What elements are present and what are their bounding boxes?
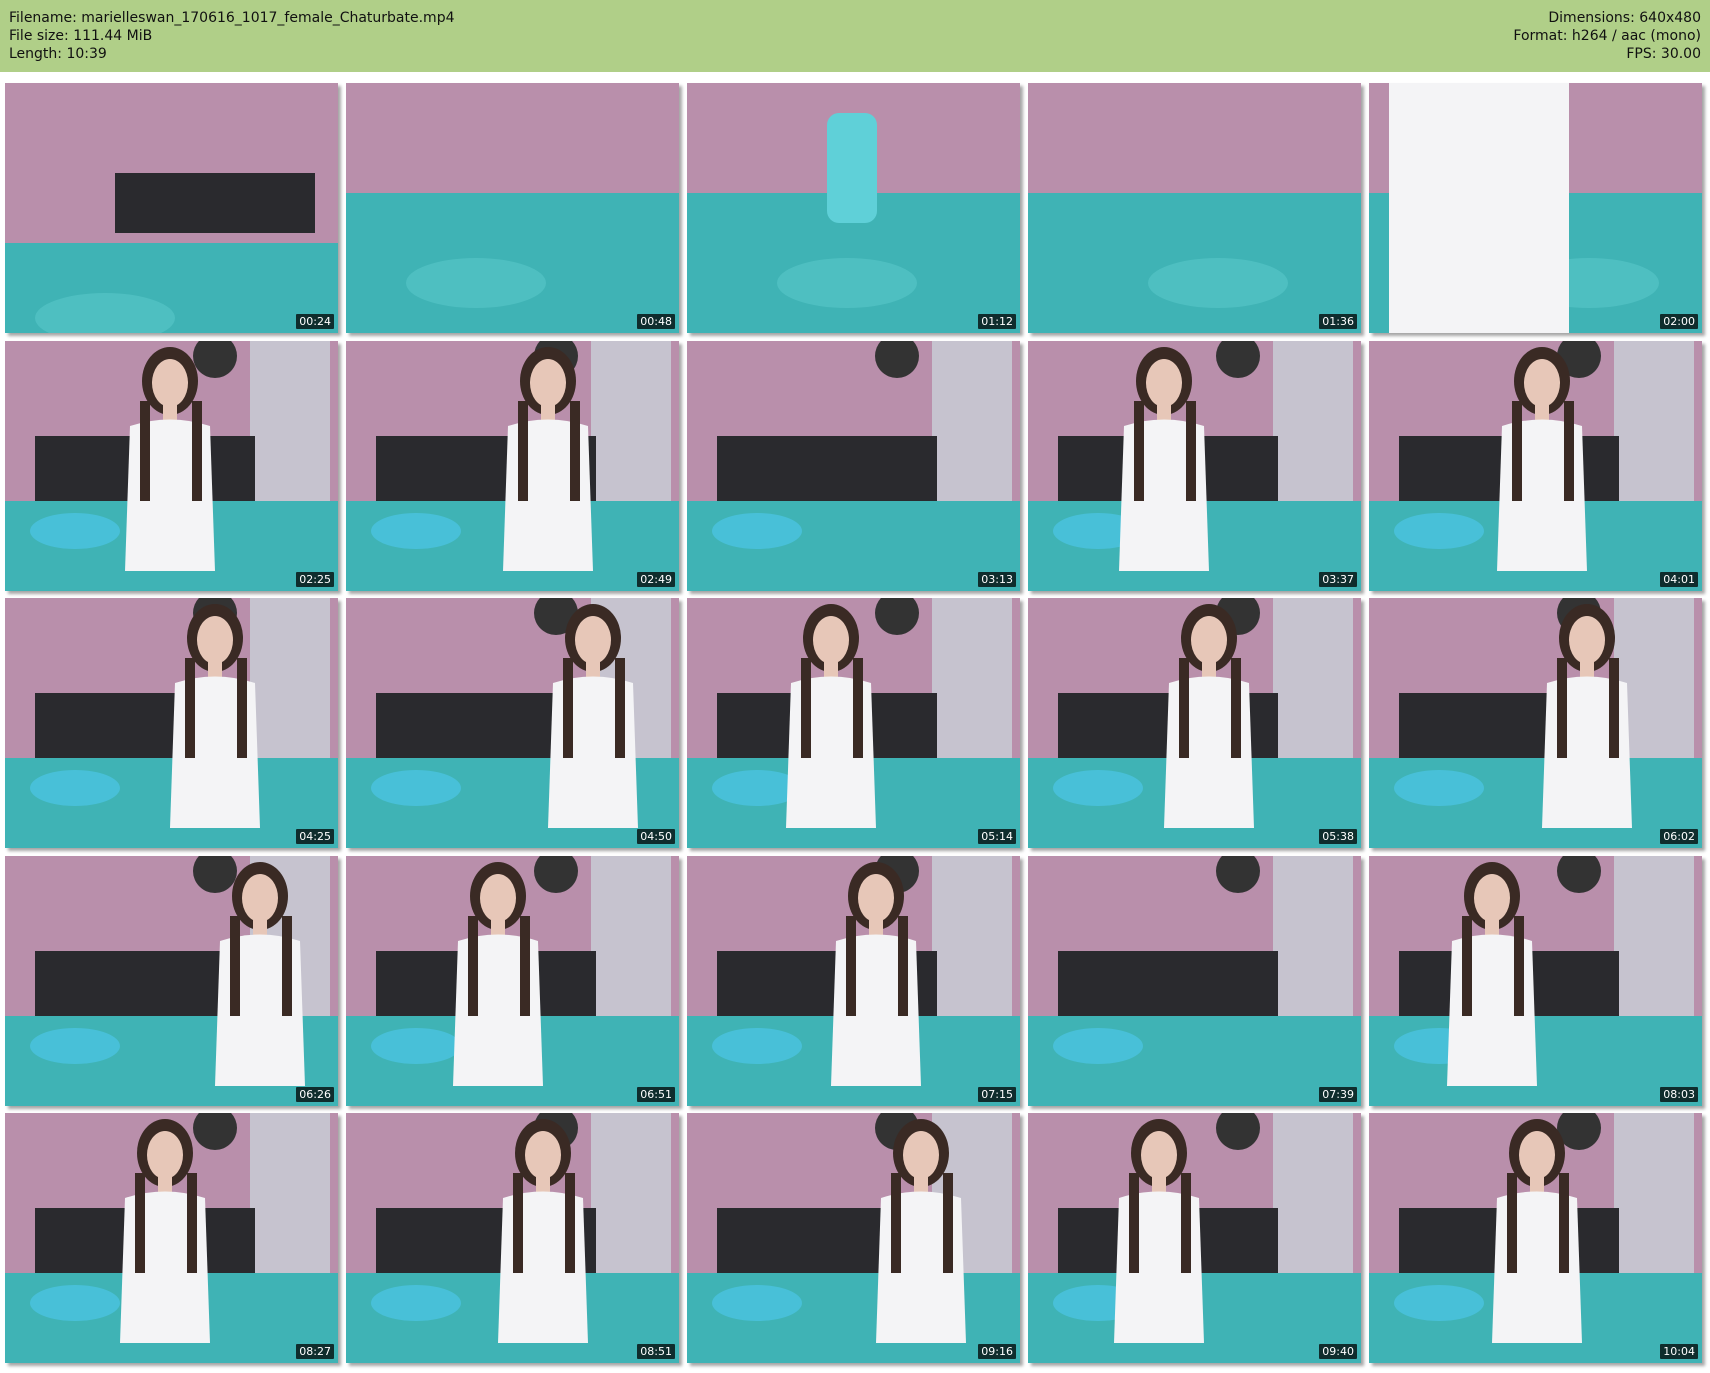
- dimensions-text: Dimensions: 640x480: [1548, 10, 1701, 26]
- video-thumbnail[interactable]: 02:00: [1369, 83, 1702, 333]
- frame-image: [1028, 340, 1361, 591]
- video-thumbnail[interactable]: 10:04: [1369, 1113, 1702, 1363]
- timestamp-label: 04:50: [637, 829, 675, 844]
- video-thumbnail[interactable]: 08:27: [5, 1113, 338, 1363]
- video-thumbnail[interactable]: 02:49: [346, 340, 679, 591]
- video-thumbnail[interactable]: 01:12: [687, 83, 1020, 333]
- frame-image: [1028, 1113, 1361, 1363]
- frame-image: [1369, 83, 1702, 333]
- frame-image: [687, 1113, 1020, 1363]
- video-thumbnail[interactable]: 09:40: [1028, 1113, 1361, 1363]
- timestamp-label: 03:37: [1319, 571, 1357, 587]
- video-thumbnail[interactable]: 04:25: [5, 598, 338, 848]
- timestamp-label: 01:12: [978, 314, 1016, 329]
- video-thumbnail[interactable]: 01:36: [1028, 83, 1361, 333]
- timestamp-label: 08:51: [637, 1344, 675, 1359]
- timestamp-label: 10:04: [1660, 1344, 1698, 1359]
- video-thumbnail[interactable]: 08:51: [346, 1113, 679, 1363]
- video-thumbnail[interactable]: 03:13: [687, 340, 1020, 591]
- frame-image: [346, 340, 679, 591]
- video-thumbnail[interactable]: 07:15: [687, 855, 1020, 1106]
- video-thumbnail[interactable]: 07:39: [1028, 855, 1361, 1106]
- timestamp-label: 07:15: [978, 1086, 1016, 1102]
- frame-image: [346, 598, 679, 848]
- video-thumbnail[interactable]: 06:51: [346, 855, 679, 1106]
- timestamp-label: 07:39: [1319, 1086, 1357, 1102]
- timestamp-label: 04:25: [296, 829, 334, 844]
- video-thumbnail[interactable]: 06:26: [5, 855, 338, 1106]
- timestamp-label: 01:36: [1319, 314, 1357, 329]
- timestamp-label: 02:00: [1660, 314, 1698, 329]
- frame-image: [5, 83, 338, 333]
- header-left: Filename: marielleswan_170616_1017_femal…: [9, 9, 455, 63]
- timestamp-label: 09:40: [1319, 1344, 1357, 1359]
- frame-image: [687, 598, 1020, 848]
- video-thumbnail[interactable]: 09:16: [687, 1113, 1020, 1363]
- frame-image: [687, 855, 1020, 1106]
- video-thumbnail[interactable]: 00:24: [5, 83, 338, 333]
- video-thumbnail[interactable]: 02:25: [5, 340, 338, 591]
- video-thumbnail[interactable]: 05:14: [687, 598, 1020, 848]
- fps-text: FPS: 30.00: [1626, 46, 1701, 62]
- frame-image: [1369, 340, 1702, 591]
- timestamp-label: 02:49: [637, 571, 675, 587]
- frame-image: [346, 855, 679, 1106]
- timestamp-label: 06:26: [296, 1086, 334, 1102]
- frame-image: [1028, 598, 1361, 848]
- frame-image: [1369, 855, 1702, 1106]
- timestamp-label: 04:01: [1660, 571, 1698, 587]
- timestamp-label: 02:25: [296, 571, 334, 587]
- timestamp-label: 05:38: [1319, 829, 1357, 844]
- length-text: Length: 10:39: [9, 46, 107, 62]
- frame-image: [1028, 83, 1361, 333]
- info-header: Filename: marielleswan_170616_1017_femal…: [0, 0, 1710, 72]
- filesize-text: File size: 111.44 MiB: [9, 28, 153, 44]
- timestamp-label: 08:27: [296, 1344, 334, 1359]
- video-thumbnail[interactable]: 00:48: [346, 83, 679, 333]
- timestamp-label: 00:24: [296, 314, 334, 329]
- frame-image: [5, 1113, 338, 1363]
- timestamp-label: 08:03: [1660, 1086, 1698, 1102]
- video-thumbnail[interactable]: 03:37: [1028, 340, 1361, 591]
- frame-image: [5, 598, 338, 848]
- video-thumbnail[interactable]: 08:03: [1369, 855, 1702, 1106]
- frame-image: [687, 83, 1020, 333]
- frame-image: [346, 83, 679, 333]
- timestamp-label: 03:13: [978, 571, 1016, 587]
- frame-image: [1369, 1113, 1702, 1363]
- video-thumbnail[interactable]: 04:01: [1369, 340, 1702, 591]
- frame-image: [1369, 598, 1702, 848]
- video-thumbnail[interactable]: 05:38: [1028, 598, 1361, 848]
- frame-image: [1028, 855, 1361, 1106]
- timestamp-label: 05:14: [978, 829, 1016, 844]
- frame-image: [687, 340, 1020, 591]
- thumbnail-grid: 00:24 00:48 01:12 01:36 02:00 02:25 02:4…: [0, 80, 1710, 1370]
- video-thumbnail[interactable]: 04:50: [346, 598, 679, 848]
- timestamp-label: 00:48: [637, 314, 675, 329]
- frame-image: [5, 340, 338, 591]
- frame-image: [5, 855, 338, 1106]
- frame-image: [346, 1113, 679, 1363]
- format-text: Format: h264 / aac (mono): [1513, 28, 1701, 44]
- header-right: Dimensions: 640x480 Format: h264 / aac (…: [1513, 9, 1701, 63]
- video-thumbnail[interactable]: 06:02: [1369, 598, 1702, 848]
- filename-text: Filename: marielleswan_170616_1017_femal…: [9, 10, 455, 26]
- timestamp-label: 06:02: [1660, 829, 1698, 844]
- timestamp-label: 06:51: [637, 1086, 675, 1102]
- timestamp-label: 09:16: [978, 1344, 1016, 1359]
